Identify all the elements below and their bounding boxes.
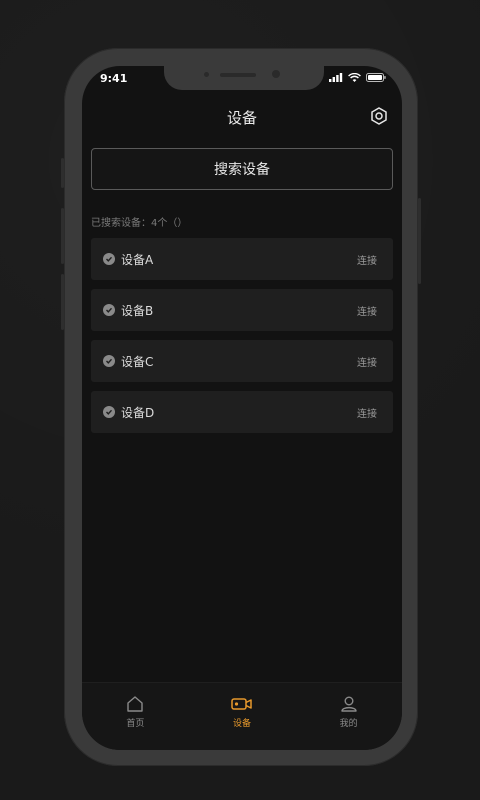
settings-icon[interactable] (370, 107, 388, 125)
speaker (220, 73, 256, 77)
front-camera (272, 70, 280, 78)
signal-icon (329, 73, 343, 82)
volume-down-button (61, 274, 64, 330)
tab-home[interactable]: 首页 (82, 683, 189, 750)
home-icon (127, 696, 144, 712)
tab-profile[interactable]: 我的 (295, 683, 402, 750)
status-time: 9:41 (100, 72, 128, 85)
sensor-dot (204, 72, 209, 77)
battery-icon (366, 73, 386, 82)
device-row[interactable]: 设备D 连接 (91, 391, 393, 433)
connect-button[interactable]: 连接 (357, 303, 377, 318)
wifi-icon (348, 73, 361, 82)
device-name: 设备C (121, 354, 154, 369)
tab-label: 我的 (339, 719, 358, 729)
check-icon (103, 253, 115, 265)
mute-switch (61, 158, 64, 188)
check-icon (103, 304, 115, 316)
search-devices-button[interactable]: 搜索设备 (91, 148, 393, 190)
power-button (418, 198, 421, 284)
connect-button[interactable]: 连接 (357, 405, 377, 420)
check-icon (103, 355, 115, 367)
status-icons (329, 73, 386, 82)
check-icon (103, 406, 115, 418)
volume-up-button (61, 208, 64, 264)
device-name: 设备A (121, 252, 154, 267)
tab-bar: 首页 设备 我的 (82, 682, 402, 750)
connect-button[interactable]: 连接 (357, 252, 377, 267)
app-screen: 9:41 设备 搜索设备 已搜索设备：4个（） 设备A 连接 设备B 连接 设备… (82, 66, 402, 750)
device-name: 设备D (121, 405, 155, 420)
device-row[interactable]: 设备C 连接 (91, 340, 393, 382)
tab-label: 设备 (233, 719, 252, 729)
device-name: 设备B (121, 303, 154, 318)
device-row[interactable]: 设备A 连接 (91, 238, 393, 280)
device-row[interactable]: 设备B 连接 (91, 289, 393, 331)
device-list: 设备A 连接 设备B 连接 设备C 连接 设备D 连接 (91, 238, 393, 442)
tab-label: 首页 (126, 719, 145, 729)
found-count-label: 已搜索设备：4个（） (91, 218, 188, 229)
page-title: 设备 (226, 109, 257, 127)
camera-icon (231, 698, 252, 710)
connect-button[interactable]: 连接 (357, 354, 377, 369)
user-icon (340, 696, 357, 712)
tab-devices[interactable]: 设备 (189, 683, 296, 750)
notch (164, 66, 324, 90)
